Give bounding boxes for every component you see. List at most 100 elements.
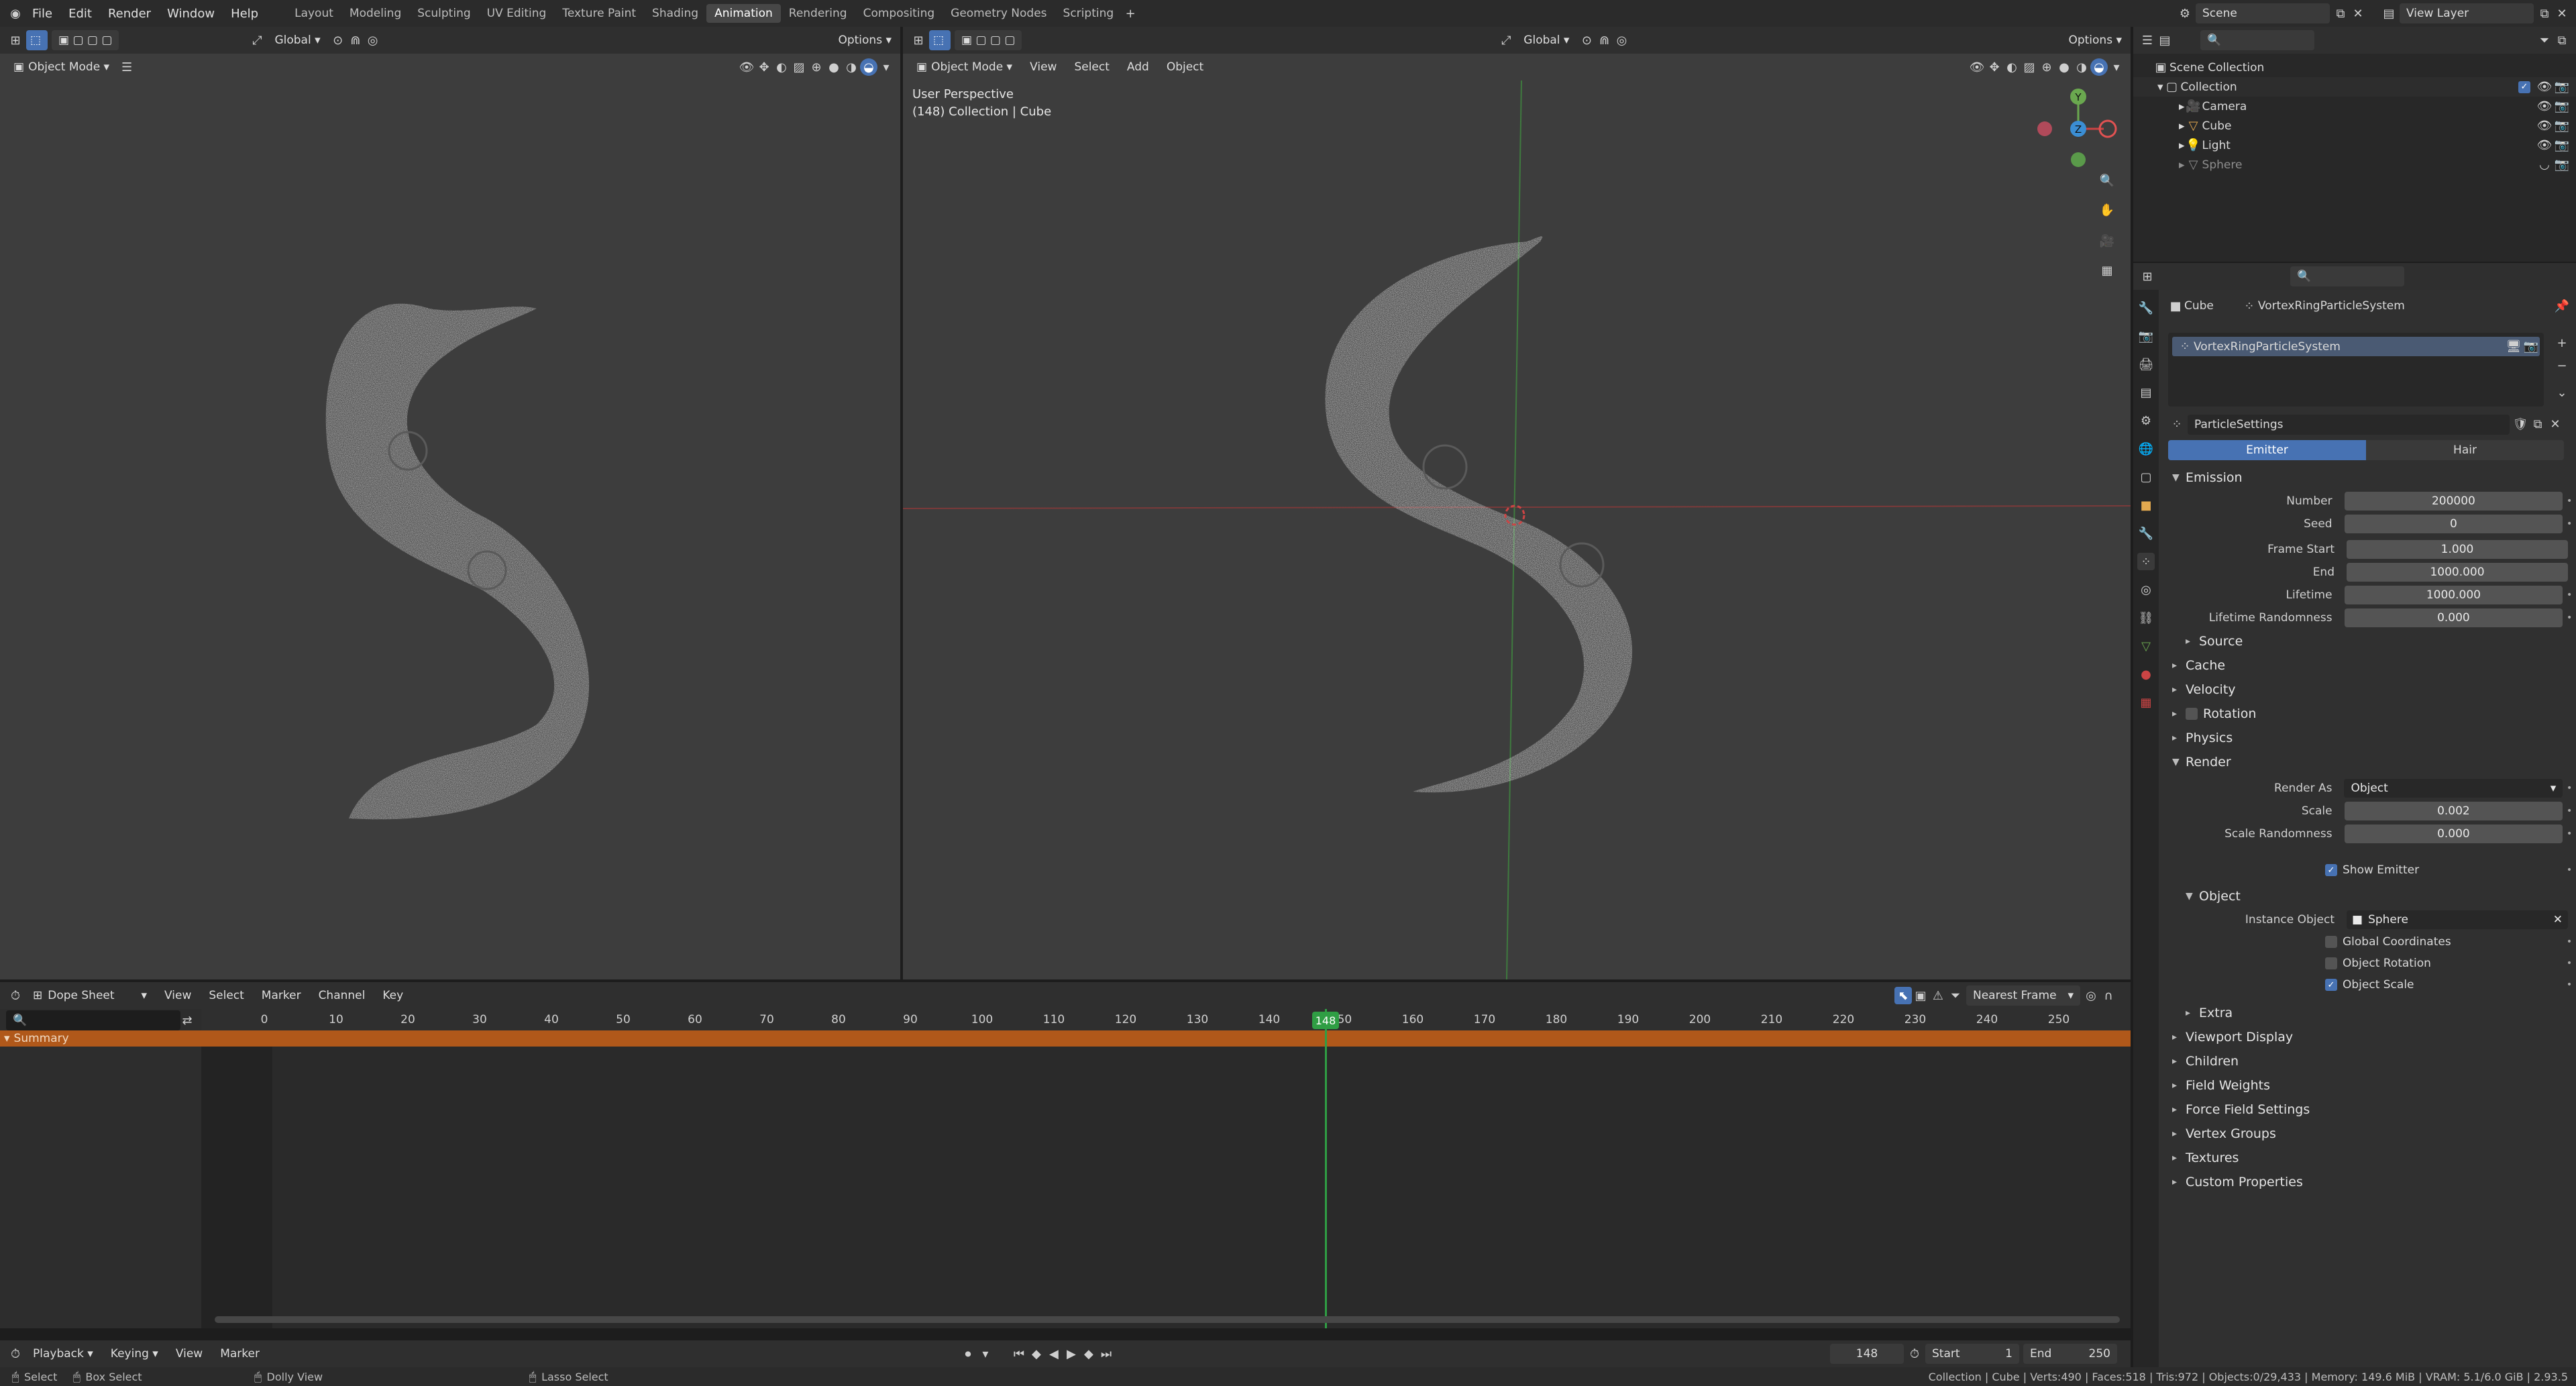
collection-tab-icon[interactable]: ▢ — [2137, 468, 2155, 486]
prev-keyframe-icon[interactable]: ◆ — [1028, 1345, 1045, 1363]
tab-emitter[interactable]: Emitter — [2168, 440, 2366, 460]
next-keyframe-icon[interactable]: ◆ — [1080, 1345, 1097, 1363]
end-frame-field[interactable]: End 250 — [2023, 1344, 2117, 1364]
world-tab-icon[interactable]: 🌐 — [2137, 440, 2155, 458]
gizmo-toggle-icon[interactable]: ✥ — [755, 58, 773, 76]
visibility-icon[interactable]: 👁 — [1968, 58, 1986, 76]
modifier-tab-icon[interactable]: 🔧 — [2137, 525, 2155, 542]
overlay-toggle-icon[interactable]: ◐ — [773, 58, 790, 76]
hamburger-menu-icon[interactable]: ☰ — [118, 58, 136, 76]
add-menu[interactable]: Add — [1120, 57, 1156, 77]
zoom-icon[interactable]: 🔍 — [2098, 172, 2116, 189]
horizontal-scrollbar[interactable] — [215, 1316, 2120, 1323]
left-viewport[interactable] — [0, 81, 900, 979]
scale-randomness-field[interactable]: 0.000 — [2344, 824, 2563, 843]
eye-icon[interactable]: 👁 — [2536, 98, 2553, 115]
object-menu[interactable]: Object — [1160, 57, 1210, 77]
options-dropdown[interactable]: Options ▾ — [2061, 30, 2129, 50]
keying-menu[interactable]: Keying ▾ — [104, 1344, 165, 1364]
rotation-section-header[interactable]: ▸ Rotation — [2159, 702, 2576, 726]
view-layer-icon[interactable]: ▤ — [2380, 5, 2398, 22]
field-weights-section-header[interactable]: ▸ Field Weights — [2159, 1073, 2576, 1098]
output-tab-icon[interactable]: 🖨 — [2137, 356, 2155, 373]
snap-mode-dropdown[interactable]: Nearest Frame ▾ — [1966, 985, 2080, 1006]
camera-render-icon[interactable]: 📷 — [2553, 156, 2571, 174]
collection-row[interactable]: ▾ ▢ Collection ✓ 👁 📷 — [2133, 77, 2576, 97]
channel-search-field[interactable]: 🔍 — [6, 1010, 180, 1030]
editor-type-icon[interactable]: ⏱ — [7, 1345, 24, 1363]
play-icon[interactable]: ▶ — [1063, 1345, 1080, 1363]
only-selected-icon[interactable]: ⬉ — [1894, 987, 1912, 1004]
camera-view-icon[interactable]: 🎥 — [2098, 232, 2116, 250]
ortho-grid-icon[interactable]: ▦ — [2098, 262, 2116, 279]
eye-icon[interactable]: 👁 — [2536, 78, 2553, 96]
falloff-icon[interactable]: ∩ — [2100, 987, 2117, 1004]
render-as-dropdown[interactable]: Object ▾ — [2344, 779, 2563, 798]
render-tab-icon[interactable]: 📷 — [2137, 327, 2155, 345]
outliner-item-light[interactable]: ▸ 💡 Light 👁 📷 — [2133, 136, 2576, 155]
frame-ruler[interactable]: 0 10 20 30 40 50 60 70 80 90 100 110 120… — [201, 1009, 2131, 1032]
workspace-tab-scripting[interactable]: Scripting — [1055, 4, 1122, 23]
proportional-edit-icon[interactable]: ◎ — [2082, 987, 2100, 1004]
outliner-item-cube[interactable]: ▸ ▽ Cube 👁 📷 — [2133, 116, 2576, 136]
tool-tab-icon[interactable]: 🔧 — [2137, 299, 2155, 317]
keyframe-dot[interactable]: • — [2563, 937, 2576, 947]
number-field[interactable]: 200000 — [2344, 492, 2563, 511]
playback-menu[interactable]: Playback ▾ — [26, 1344, 100, 1364]
gizmo-toggle-icon[interactable]: ✥ — [1986, 58, 2003, 76]
jump-end-icon[interactable]: ⏭ — [1097, 1345, 1115, 1363]
particle-settings-field[interactable]: ParticleSettings — [2188, 414, 2510, 435]
proportional-edit-icon[interactable]: ◎ — [364, 32, 382, 49]
shading-material-icon[interactable]: ◑ — [843, 58, 860, 76]
remove-view-layer-icon[interactable]: ✕ — [2553, 5, 2571, 22]
data-tab-icon[interactable]: ▽ — [2137, 637, 2155, 655]
emission-section-header[interactable]: ▼ Emission — [2159, 466, 2576, 490]
new-collection-icon[interactable]: ⧉ — [2553, 32, 2571, 49]
overlay-toggle-icon[interactable]: ◐ — [2003, 58, 2021, 76]
show-emitter-checkbox[interactable]: ✓ — [2325, 864, 2337, 876]
keyframe-dot[interactable]: • — [2563, 519, 2576, 529]
xray-toggle-icon[interactable]: ▨ — [790, 58, 808, 76]
properties-search-field[interactable]: 🔍 — [2290, 266, 2404, 286]
menu-render[interactable]: Render — [100, 7, 159, 21]
pivot-icon[interactable]: ⊙ — [329, 32, 347, 49]
physics-tab-icon[interactable]: ◎ — [2137, 581, 2155, 598]
workspace-tab-rendering[interactable]: Rendering — [781, 4, 855, 23]
workspace-tab-animation[interactable]: Animation — [706, 4, 781, 23]
frame-end-field[interactable]: 1000.000 — [2347, 563, 2568, 582]
menu-edit[interactable]: Edit — [60, 7, 100, 21]
pivot-icon[interactable]: ⊙ — [1578, 32, 1595, 49]
display-mode-icon[interactable]: ▤ — [2156, 32, 2174, 49]
keyframe-dot[interactable]: • — [2563, 590, 2576, 600]
select-tool-button[interactable]: ⬚ — [929, 30, 951, 50]
keyframe-dot[interactable]: • — [2563, 958, 2576, 969]
collection-exclude-checkbox[interactable]: ✓ — [2518, 81, 2530, 93]
menu-window[interactable]: Window — [159, 7, 223, 21]
swap-icon[interactable]: ⇄ — [178, 1012, 196, 1029]
current-frame-field[interactable]: 148 — [1830, 1344, 1904, 1364]
gizmo-neg-x-axis[interactable] — [2037, 121, 2052, 136]
jump-start-icon[interactable]: ⏮ — [1010, 1345, 1028, 1363]
tab-hair[interactable]: Hair — [2366, 440, 2564, 460]
view-layer-selector[interactable]: View Layer — [2400, 3, 2534, 23]
select-tool-button[interactable]: ⬚ — [26, 30, 48, 50]
editor-type-icon[interactable]: ⊞ — [910, 32, 927, 49]
frame-start-field[interactable]: 1.000 — [2347, 540, 2568, 559]
slot-menu-icon[interactable]: ⌄ — [2553, 384, 2571, 401]
shading-wireframe-icon[interactable]: ⊕ — [2038, 58, 2055, 76]
duplicate-icon[interactable]: ⧉ — [2529, 416, 2546, 433]
add-slot-icon[interactable]: + — [2553, 334, 2571, 352]
shading-wireframe-icon[interactable]: ⊕ — [808, 58, 825, 76]
keyframe-dot[interactable]: • — [2563, 979, 2576, 990]
shading-solid-icon[interactable]: ● — [825, 58, 843, 76]
custom-properties-section-header[interactable]: ▸ Custom Properties — [2159, 1170, 2576, 1194]
camera-render-icon[interactable]: 📷 — [2553, 137, 2571, 154]
outliner-item-sphere[interactable]: ▸ ▽ Sphere ◡ 📷 — [2133, 155, 2576, 174]
workspace-tab-geometry-nodes[interactable]: Geometry Nodes — [943, 4, 1055, 23]
workspace-tab-compositing[interactable]: Compositing — [855, 4, 943, 23]
shading-solid-icon[interactable]: ● — [2055, 58, 2073, 76]
scene-collection-row[interactable]: ▣ Scene Collection — [2133, 58, 2576, 77]
playhead-frame-indicator[interactable]: 148 — [1312, 1012, 1339, 1029]
pan-hand-icon[interactable]: ✋ — [2098, 201, 2116, 219]
filter-icon[interactable]: ⏷ — [1947, 987, 1964, 1004]
